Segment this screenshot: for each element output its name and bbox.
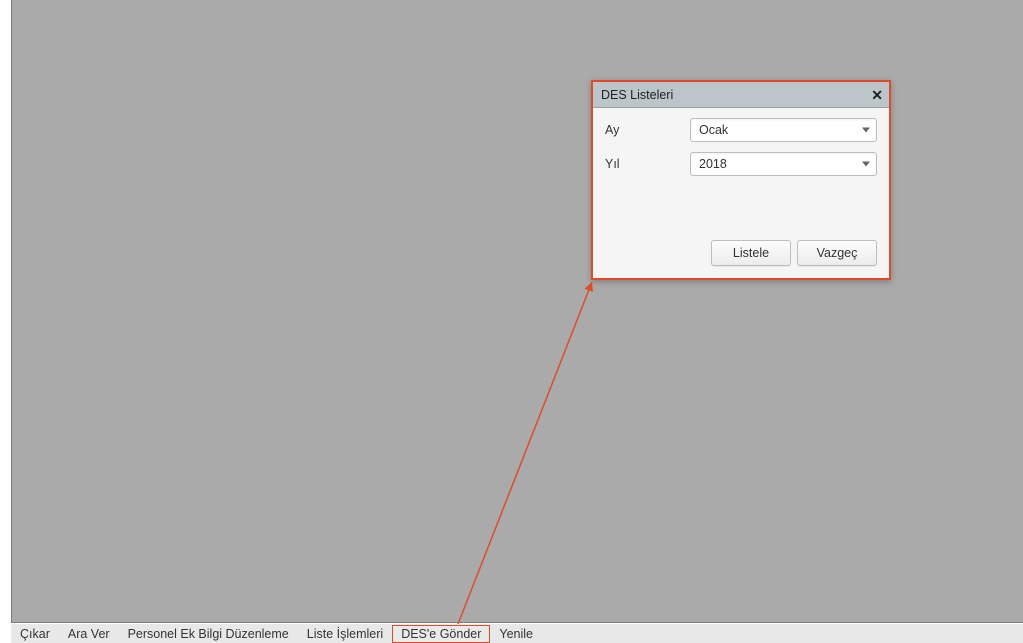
month-select[interactable]: Ocak: [690, 118, 877, 142]
dialog-titlebar[interactable]: DES Listeleri ✕: [593, 82, 889, 108]
year-select[interactable]: 2018: [690, 152, 877, 176]
toolbar-item-liste[interactable]: Liste İşlemleri: [298, 625, 392, 643]
year-value: 2018: [699, 157, 727, 171]
toolbar-item-des-gonder[interactable]: DES'e Gönder: [392, 625, 490, 643]
dialog-button-row: Listele Vazgeç: [711, 240, 877, 266]
des-listeleri-dialog: DES Listeleri ✕ Ay Ocak Yıl 2018 Listele…: [591, 80, 891, 280]
month-row: Ay Ocak: [605, 118, 877, 142]
toolbar-item-personel[interactable]: Personel Ek Bilgi Düzenleme: [119, 625, 298, 643]
toolbar-item-yenile[interactable]: Yenile: [490, 625, 542, 643]
chevron-down-icon: [862, 128, 870, 133]
year-row: Yıl 2018: [605, 152, 877, 176]
month-label: Ay: [605, 123, 690, 137]
toolbar-item-cikar[interactable]: Çıkar: [11, 625, 59, 643]
bottom-toolbar: Çıkar Ara Ver Personel Ek Bilgi Düzenlem…: [11, 624, 1023, 643]
cancel-button[interactable]: Vazgeç: [797, 240, 877, 266]
close-icon[interactable]: ✕: [871, 88, 883, 102]
toolbar-item-araver[interactable]: Ara Ver: [59, 625, 119, 643]
dialog-title-text: DES Listeleri: [601, 88, 673, 102]
chevron-down-icon: [862, 162, 870, 167]
year-label: Yıl: [605, 157, 690, 171]
dialog-body: Ay Ocak Yıl 2018 Listele Vazgeç: [593, 108, 889, 278]
month-value: Ocak: [699, 123, 728, 137]
list-button[interactable]: Listele: [711, 240, 791, 266]
